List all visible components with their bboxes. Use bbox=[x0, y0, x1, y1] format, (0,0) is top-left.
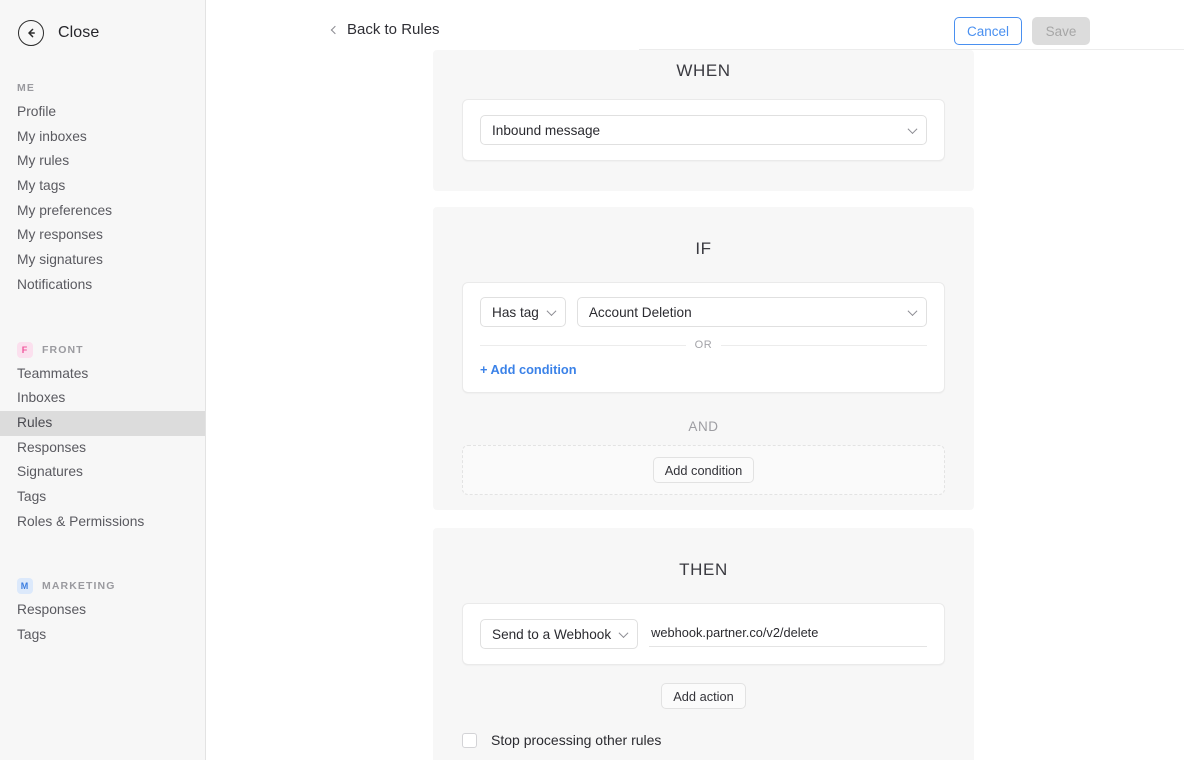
then-title: THEN bbox=[679, 560, 728, 579]
sidebar-item-responses[interactable]: Responses bbox=[0, 436, 205, 461]
add-condition-link[interactable]: + Add condition bbox=[480, 362, 577, 377]
if-condition-card: Has tag Account Deletion OR + Add condit… bbox=[462, 282, 945, 393]
add-action-row: Add action bbox=[433, 683, 974, 709]
header-actions: Cancel Save bbox=[953, 17, 1090, 45]
sidebar-section-title: ME bbox=[17, 82, 35, 94]
if-panel: IF Has tag Account Deletion OR + Add con… bbox=[433, 207, 974, 510]
sidebar-item-my-tags[interactable]: My tags bbox=[0, 174, 205, 199]
sidebar-item-profile[interactable]: Profile bbox=[0, 100, 205, 125]
sidebar-section-front: F FRONT Teammates Inboxes Rules Response… bbox=[0, 338, 205, 535]
stop-processing-checkbox[interactable] bbox=[462, 732, 477, 748]
chevron-down-icon bbox=[546, 306, 557, 317]
sidebar-item-marketing-responses[interactable]: Responses bbox=[0, 598, 205, 623]
sidebar-item-my-signatures[interactable]: My signatures bbox=[0, 248, 205, 273]
sidebar-section-title: FRONT bbox=[42, 343, 84, 356]
sidebar-item-marketing-tags[interactable]: Tags bbox=[0, 623, 205, 648]
add-condition-link-row: + Add condition bbox=[480, 351, 927, 392]
action-type-select[interactable]: Send to a Webhook bbox=[480, 619, 639, 649]
condition-operator-select[interactable]: Has tag bbox=[480, 297, 566, 327]
action-row: Send to a Webhook bbox=[480, 619, 927, 649]
sidebar-item-tags[interactable]: Tags bbox=[0, 485, 205, 510]
add-action-button[interactable]: Add action bbox=[661, 683, 746, 709]
sidebar-item-rules[interactable]: Rules bbox=[0, 410, 205, 436]
condition-value-text: Account Deletion bbox=[588, 304, 692, 320]
back-to-rules-link[interactable]: Back to Rules bbox=[330, 21, 440, 38]
trigger-select-value: Inbound message bbox=[492, 122, 601, 138]
sidebar-section-header-front: F FRONT bbox=[0, 338, 205, 362]
webhook-url-input[interactable] bbox=[649, 621, 927, 647]
chevron-left-icon bbox=[330, 25, 340, 34]
sidebar-item-inboxes[interactable]: Inboxes bbox=[0, 386, 205, 411]
if-title: IF bbox=[695, 239, 712, 258]
then-panel: THEN Send to a Webhook Add action Sto bbox=[433, 528, 974, 760]
settings-rule-editor: Close ME Profile My inboxes My rules My … bbox=[0, 0, 1200, 760]
back-to-rules-label: Back to Rules bbox=[347, 21, 440, 38]
close-button[interactable]: Close bbox=[0, 0, 205, 66]
sidebar-item-my-inboxes[interactable]: My inboxes bbox=[0, 125, 205, 150]
chevron-down-icon bbox=[907, 124, 918, 135]
divider-line-left bbox=[480, 344, 686, 346]
sidebar-item-my-rules[interactable]: My rules bbox=[0, 149, 205, 174]
front-workspace-badge-icon: F bbox=[17, 341, 33, 358]
and-condition-group: Add condition bbox=[462, 445, 945, 495]
sidebar-section-marketing: M MARKETING Responses Tags bbox=[0, 574, 205, 647]
sidebar-section-header-me: ME bbox=[0, 76, 205, 100]
divider-line-right bbox=[721, 344, 928, 346]
stop-processing-label: Stop processing other rules bbox=[491, 732, 662, 748]
chevron-down-icon bbox=[907, 306, 918, 317]
rule-editor-body: WHEN Inbound message IF Has tag Account … bbox=[206, 50, 1200, 760]
when-panel: WHEN Inbound message bbox=[433, 50, 974, 191]
save-button[interactable]: Save bbox=[1032, 17, 1090, 45]
marketing-workspace-badge-icon: M bbox=[17, 578, 33, 595]
sidebar-item-roles-permissions[interactable]: Roles & Permissions bbox=[0, 510, 205, 535]
sidebar-item-signatures[interactable]: Signatures bbox=[0, 460, 205, 485]
sidebar-section-title: MARKETING bbox=[42, 580, 116, 593]
when-trigger-card: Inbound message bbox=[462, 99, 945, 161]
condition-row: Has tag Account Deletion bbox=[480, 297, 927, 327]
trigger-select[interactable]: Inbound message bbox=[480, 115, 927, 145]
stop-processing-row[interactable]: Stop processing other rules bbox=[462, 732, 974, 748]
add-condition-button[interactable]: Add condition bbox=[652, 457, 755, 483]
sidebar-item-notifications[interactable]: Notifications bbox=[0, 273, 205, 298]
or-label: OR bbox=[694, 339, 713, 351]
sidebar-section-header-marketing: M MARKETING bbox=[0, 574, 205, 598]
sidebar-item-my-responses[interactable]: My responses bbox=[0, 223, 205, 248]
and-label: AND bbox=[688, 419, 719, 434]
condition-value-select[interactable]: Account Deletion bbox=[576, 297, 927, 327]
chevron-down-icon bbox=[618, 628, 629, 639]
close-label: Close bbox=[58, 24, 100, 41]
cancel-button[interactable]: Cancel bbox=[953, 17, 1022, 45]
action-type-value: Send to a Webhook bbox=[492, 626, 612, 642]
webhook-url-wrap bbox=[649, 621, 927, 647]
sidebar-item-teammates[interactable]: Teammates bbox=[0, 362, 205, 387]
sidebar-item-my-preferences[interactable]: My preferences bbox=[0, 199, 205, 224]
sidebar-section-me: ME Profile My inboxes My rules My tags M… bbox=[0, 76, 205, 298]
condition-operator-value: Has tag bbox=[492, 304, 539, 320]
when-title: WHEN bbox=[676, 61, 731, 80]
or-divider: OR bbox=[480, 339, 928, 351]
settings-sidebar: Close ME Profile My inboxes My rules My … bbox=[0, 0, 206, 760]
then-action-card: Send to a Webhook bbox=[462, 603, 945, 665]
arrow-left-circle-icon bbox=[18, 20, 44, 46]
